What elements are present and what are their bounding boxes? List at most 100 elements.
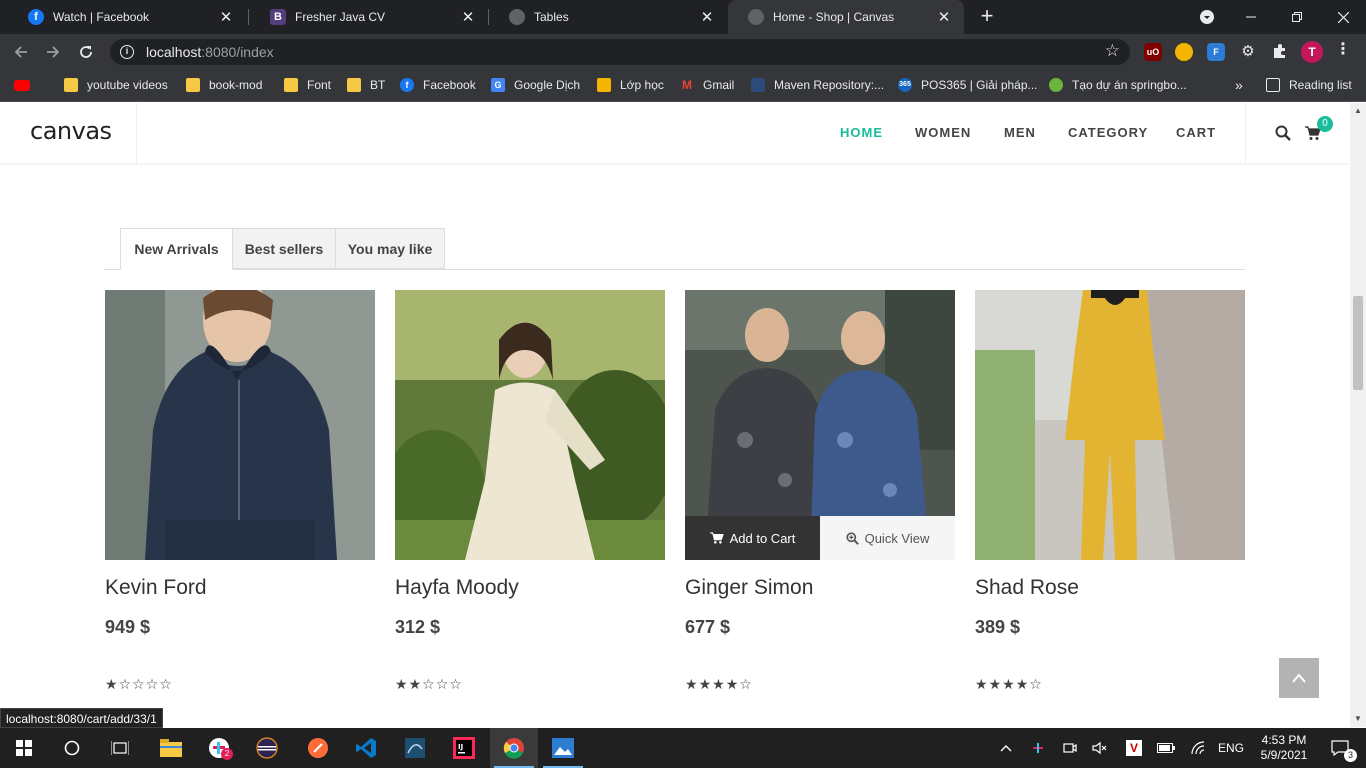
reload-button[interactable]	[73, 39, 99, 65]
close-icon[interactable]: ✕	[699, 8, 715, 26]
bookmark-lop-hoc[interactable]: Lớp học	[597, 70, 664, 100]
fi-extension-icon[interactable]: F	[1207, 43, 1225, 61]
site-info-icon[interactable]: i	[120, 45, 134, 59]
bookmark-book-mod[interactable]: book-mod	[186, 70, 262, 100]
nav-women[interactable]: WOMEN	[915, 125, 971, 140]
star-empty-icon: ☆	[1029, 676, 1043, 692]
product-name[interactable]: Ginger Simon	[685, 576, 813, 600]
new-tab-button[interactable]: +	[976, 5, 998, 27]
reading-list-button[interactable]: Reading list	[1266, 70, 1352, 100]
product-image[interactable]	[975, 290, 1245, 560]
forward-button[interactable]	[40, 39, 66, 65]
product-name[interactable]: Kevin Ford	[105, 576, 207, 600]
intellij-app[interactable]: IJ	[440, 728, 488, 768]
page-scrollbar[interactable]: ▲ ▼	[1350, 103, 1366, 727]
file-explorer-app[interactable]	[147, 728, 195, 768]
vscode-app[interactable]	[342, 728, 390, 768]
battery-icon[interactable]	[1156, 728, 1176, 768]
globe-icon	[509, 9, 525, 25]
task-view-button[interactable]	[96, 728, 144, 768]
tab-best-sellers[interactable]: Best sellers	[232, 228, 336, 269]
product-image[interactable]: Add to Cart Quick View	[685, 290, 955, 560]
google-translate-icon: G	[491, 78, 505, 92]
bookmark-google-dich[interactable]: G Google Dịch	[491, 70, 580, 100]
browser-tab-fresher-java-cv[interactable]: B Fresher Java CV ✕	[250, 0, 488, 34]
address-bar[interactable]: i localhost:8080/index ☆	[110, 39, 1130, 65]
product-name[interactable]: Shad Rose	[975, 576, 1079, 600]
bookmark-gmail[interactable]: M Gmail	[680, 70, 734, 100]
more-menu-icon[interactable]: ⋮	[1334, 42, 1352, 61]
bookmark-facebook[interactable]: f Facebook	[400, 70, 476, 100]
clock[interactable]: 4:53 PM 5/9/2021	[1252, 728, 1316, 768]
scrollbar-thumb[interactable]	[1353, 296, 1363, 390]
go-to-top-button[interactable]	[1279, 658, 1319, 698]
scroll-up-arrow[interactable]: ▲	[1353, 106, 1363, 116]
meet-now-icon[interactable]	[1060, 728, 1080, 768]
bookmark-maven-repository[interactable]: Maven Repository:...	[751, 70, 884, 100]
action-center-button[interactable]: 3	[1320, 728, 1360, 768]
add-to-cart-button[interactable]: Add to Cart	[685, 516, 820, 560]
search-icon[interactable]	[1275, 125, 1291, 141]
input-language-indicator[interactable]: ENG	[1214, 728, 1248, 768]
nav-cart[interactable]: CART	[1176, 125, 1216, 140]
clock-date: 5/9/2021	[1260, 748, 1308, 762]
bookmark-bt[interactable]: BT	[347, 70, 385, 100]
more-bookmarks-button[interactable]: »	[1235, 70, 1243, 100]
product-rating: ★★★★☆	[685, 676, 753, 693]
start-button[interactable]	[0, 728, 48, 768]
product-image[interactable]	[105, 290, 375, 560]
gear-icon[interactable]: ⚙	[1239, 43, 1257, 61]
slack-app[interactable]: 2	[195, 728, 243, 768]
eclipse-app[interactable]	[243, 728, 291, 768]
mysql-workbench-app[interactable]	[391, 728, 439, 768]
bookmark-youtube-videos[interactable]: youtube videos	[64, 70, 168, 100]
nav-men[interactable]: MEN	[1004, 125, 1036, 140]
nav-category[interactable]: CATEGORY	[1068, 125, 1148, 140]
photos-icon	[552, 738, 574, 758]
extension-icon[interactable]	[1175, 43, 1193, 61]
product-card: Hayfa Moody 312 $ ★★☆☆☆	[395, 290, 665, 692]
back-button[interactable]	[8, 39, 34, 65]
product-image[interactable]	[395, 290, 665, 560]
tab-search-button[interactable]	[1184, 0, 1230, 34]
profile-avatar[interactable]: T	[1301, 41, 1323, 63]
bookmark-springboot[interactable]: Tạo dự án springbo...	[1049, 70, 1187, 100]
product-rating: ★★★★☆	[975, 676, 1043, 693]
window-close-button[interactable]	[1320, 0, 1366, 34]
bookmark-pos365[interactable]: 365 POS365 | Giải pháp...	[898, 70, 1038, 100]
tab-new-arrivals[interactable]: New Arrivals	[120, 228, 233, 270]
restore-button[interactable]	[1274, 0, 1320, 34]
close-icon[interactable]: ✕	[936, 8, 952, 26]
facebook-icon: f	[400, 78, 414, 92]
postman-app[interactable]	[294, 728, 342, 768]
show-hidden-icons-button[interactable]	[996, 728, 1016, 768]
wifi-icon[interactable]	[1188, 728, 1208, 768]
slack-tray-icon[interactable]	[1028, 728, 1048, 768]
tab-title: Fresher Java CV	[295, 10, 386, 24]
close-icon	[1337, 11, 1349, 23]
scroll-down-arrow[interactable]: ▼	[1353, 714, 1363, 724]
volume-icon[interactable]	[1090, 728, 1110, 768]
quick-view-button[interactable]: Quick View	[820, 516, 955, 560]
star-empty-icon: ☆	[118, 676, 133, 692]
folder-icon	[347, 78, 361, 92]
bookmark-font[interactable]: Font	[284, 70, 331, 100]
search-button[interactable]	[48, 728, 96, 768]
browser-tab-facebook[interactable]: f Watch | Facebook ✕	[8, 0, 246, 34]
photos-app[interactable]	[539, 728, 587, 768]
close-icon[interactable]: ✕	[460, 8, 476, 26]
chrome-app[interactable]	[490, 728, 538, 768]
browser-tab-tables[interactable]: Tables ✕	[489, 0, 727, 34]
nav-home[interactable]: HOME	[840, 125, 883, 140]
vietkey-tray-icon[interactable]: V	[1124, 728, 1144, 768]
extensions-puzzle-icon[interactable]	[1271, 43, 1289, 61]
browser-tab-home-shop[interactable]: Home - Shop | Canvas ✕	[728, 0, 964, 34]
product-name[interactable]: Hayfa Moody	[395, 576, 519, 600]
close-icon[interactable]: ✕	[218, 8, 234, 26]
bookmark-star-icon[interactable]: ☆	[1105, 41, 1120, 61]
tab-you-may-like[interactable]: You may like	[335, 228, 445, 269]
site-logo[interactable]: canvas	[30, 117, 112, 145]
ublock-extension-icon[interactable]: uO	[1144, 43, 1162, 61]
minimize-button[interactable]	[1228, 0, 1274, 34]
bookmark-youtube[interactable]	[14, 70, 39, 100]
